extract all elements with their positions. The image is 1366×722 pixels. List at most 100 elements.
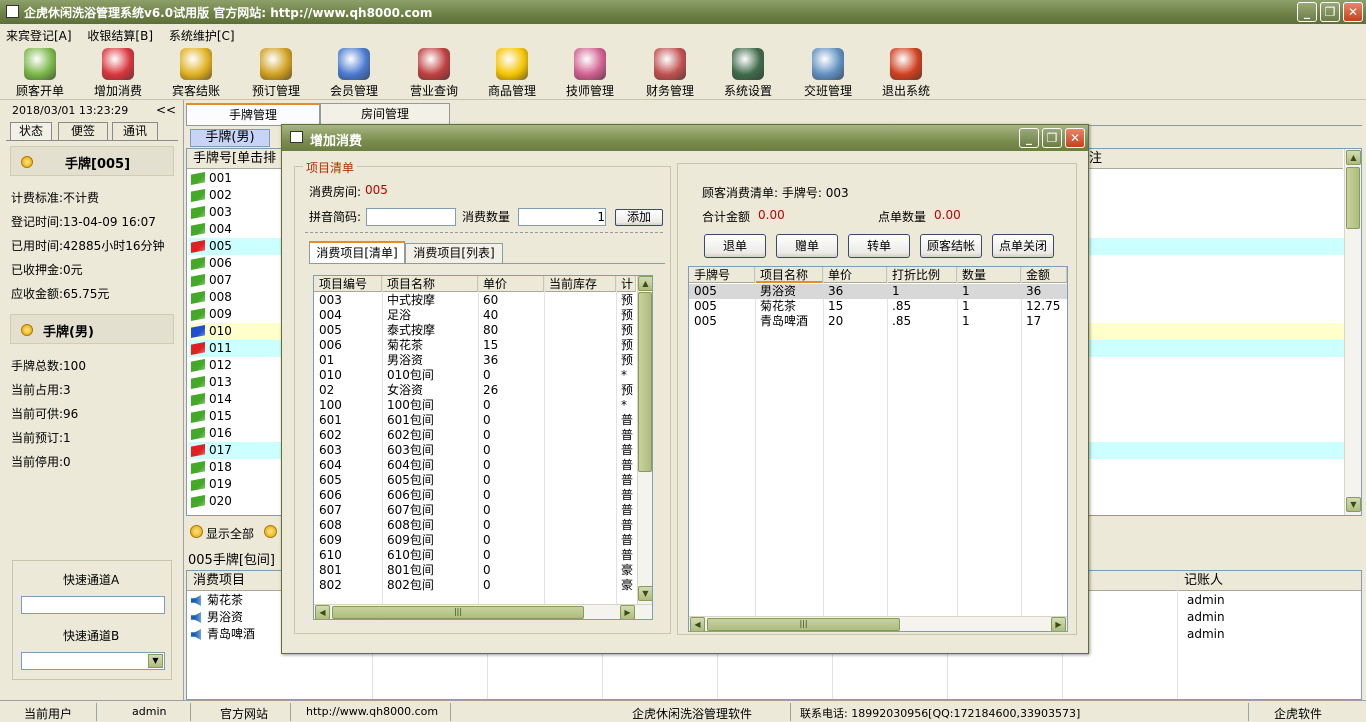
quick-a-input[interactable] — [21, 596, 165, 614]
item-row[interactable]: 006 菊花茶 15 预 — [314, 338, 636, 353]
subtab-male-card[interactable]: 手牌(男) — [190, 129, 270, 147]
detail-header-user[interactable]: 记账人 — [1177, 571, 1361, 591]
order-row[interactable]: 005 男浴资 36 1 1 36 — [689, 284, 1067, 299]
item-row[interactable]: 005 泰式按摩 80 预 — [314, 323, 636, 338]
item-row[interactable]: 607 607包间 0 普 — [314, 503, 636, 518]
order-col-header[interactable]: 打折比例 — [887, 267, 957, 283]
item-scroll-thumb[interactable] — [638, 292, 652, 472]
item-scroll-up-icon[interactable]: ▲ — [638, 276, 652, 291]
menu-guest-register[interactable]: 来宾登记[A] — [0, 24, 78, 44]
tab-notes[interactable]: 便签 — [58, 122, 108, 140]
dialog-close-button[interactable]: ✕ — [1065, 128, 1085, 148]
item-row[interactable]: 801 801包间 0 豪 — [314, 563, 636, 578]
item-row[interactable]: 004 足浴 40 预 — [314, 308, 636, 323]
item-row[interactable]: 601 601包间 0 普 — [314, 413, 636, 428]
close-button[interactable]: ✕ — [1343, 2, 1363, 22]
transfer-order-button[interactable]: 转单 — [848, 234, 910, 258]
item-col-header[interactable]: 当前库存 — [544, 276, 616, 292]
item-row[interactable]: 003 中式按摩 60 预 — [314, 293, 636, 308]
close-order-button[interactable]: 点单关闭 — [992, 234, 1054, 258]
item-row[interactable]: 608 608包间 0 普 — [314, 518, 636, 533]
item-scroll-right-icon[interactable]: ▶ — [620, 605, 635, 619]
toolbar-button-4[interactable]: 预订管理 — [238, 46, 314, 98]
order-scroll-right-icon[interactable]: ▶ — [1051, 617, 1066, 631]
qty-input[interactable] — [518, 208, 606, 226]
toolbar-button-8[interactable]: 技师管理 — [552, 46, 628, 98]
toolbar-button-11[interactable]: 交班管理 — [790, 46, 866, 98]
order-row[interactable]: 005 菊花茶 15 .85 1 12.75 — [689, 299, 1067, 314]
collapse-button[interactable]: << — [156, 103, 176, 117]
item-row[interactable]: 02 女浴资 26 预 — [314, 383, 636, 398]
toolbar-button-3[interactable]: 宾客结账 — [158, 46, 234, 98]
item-row[interactable]: 609 609包间 0 普 — [314, 533, 636, 548]
pinyin-input[interactable] — [366, 208, 456, 226]
filter-icon[interactable] — [264, 525, 277, 538]
card-number: 003 — [209, 205, 232, 219]
scroll-up-icon[interactable]: ▲ — [1346, 150, 1361, 165]
minimize-button[interactable]: _ — [1297, 2, 1317, 22]
scroll-thumb[interactable] — [1346, 167, 1360, 229]
order-col-header[interactable]: 数量 — [957, 267, 1021, 283]
tab-card-management[interactable]: 手牌管理 — [186, 103, 320, 125]
toolbar-button-10[interactable]: 系统设置 — [710, 46, 786, 98]
cancel-order-button[interactable]: 退单 — [704, 234, 766, 258]
item-col-header[interactable]: 计 — [616, 276, 636, 292]
tab-item-grid[interactable]: 消费项目[清单] — [309, 241, 405, 263]
item-row[interactable]: 100 100包间 0 * — [314, 398, 636, 413]
item-row[interactable]: 010 010包间 0 * — [314, 368, 636, 383]
item-row[interactable]: 802 802包间 0 豪 — [314, 578, 636, 593]
item-row[interactable]: 606 606包间 0 普 — [314, 488, 636, 503]
item-hscroll-thumb[interactable]: ||| — [332, 606, 584, 619]
item-scroll-down-icon[interactable]: ▼ — [638, 586, 652, 601]
order-col-header[interactable]: 项目名称 — [755, 267, 823, 283]
maximize-button[interactable]: ❐ — [1320, 2, 1340, 22]
customer-checkout-button[interactable]: 顾客结帐 — [920, 234, 982, 258]
item-row[interactable]: 605 605包间 0 普 — [314, 473, 636, 488]
item-col-header[interactable]: 项目名称 — [382, 276, 478, 292]
toolbar-button-7[interactable]: 商品管理 — [474, 46, 550, 98]
order-row[interactable]: 005 青岛啤酒 20 .85 1 17 — [689, 314, 1067, 329]
scroll-down-icon[interactable]: ▼ — [1346, 497, 1361, 512]
order-col-header[interactable]: 单价 — [823, 267, 887, 283]
grid-header-card-no[interactable]: 手牌号[单击排 — [187, 149, 279, 169]
order-scroll-left-icon[interactable]: ◀ — [690, 617, 705, 631]
tab-status[interactable]: 状态 — [10, 122, 52, 140]
item-table-hscroll[interactable]: ◀ ||| ▶ — [314, 604, 652, 619]
item-scroll-left-icon[interactable]: ◀ — [315, 605, 330, 619]
order-col-header[interactable]: 金额 — [1021, 267, 1067, 283]
tab-room-management[interactable]: 房间管理 — [320, 103, 450, 125]
item-table-vscroll[interactable]: ▲ ▼ — [637, 276, 652, 604]
card-used-time: 已用时间:42885小时16分钟 — [11, 239, 165, 253]
order-hscroll-thumb[interactable]: ||| — [707, 618, 900, 631]
chevron-down-icon[interactable]: ▼ — [148, 654, 163, 668]
order-table-hscroll[interactable]: ◀ ||| ▶ — [689, 616, 1067, 631]
menu-cashier[interactable]: 收银结算[B] — [81, 24, 159, 44]
item-row[interactable]: 610 610包间 0 普 — [314, 548, 636, 563]
dialog-minimize-button[interactable]: _ — [1019, 128, 1039, 148]
item-row[interactable]: 604 604包间 0 普 — [314, 458, 636, 473]
gift-order-button[interactable]: 赠单 — [776, 234, 838, 258]
item-col-header[interactable]: 项目编号 — [314, 276, 382, 292]
toolbar-button-9[interactable]: 财务管理 — [632, 46, 708, 98]
quick-b-select[interactable]: ▼ — [21, 652, 165, 670]
status-site-link[interactable]: http://www.qh8000.com — [306, 705, 438, 718]
toolbar-button-1[interactable]: 顾客开单 — [2, 46, 78, 98]
item-row[interactable]: 01 男浴资 36 预 — [314, 353, 636, 368]
toolbar-button-5[interactable]: 会员管理 — [316, 46, 392, 98]
toolbar-button-2[interactable]: 增加消费 — [80, 46, 156, 98]
show-all-button[interactable]: 显示全部 — [206, 525, 254, 542]
toolbar-button-12[interactable]: 退出系统 — [868, 46, 944, 98]
toolbar-button-6[interactable]: 营业查询 — [396, 46, 472, 98]
card-grid-scrollbar[interactable]: ▲ ▼ — [1344, 149, 1361, 515]
tab-item-list[interactable]: 消费项目[列表] — [405, 243, 503, 263]
dialog-maximize-button[interactable]: ❐ — [1042, 128, 1062, 148]
item-row[interactable]: 602 602包间 0 普 — [314, 428, 636, 443]
menu-system[interactable]: 系统维护[C] — [163, 24, 241, 44]
order-cell: 12.75 — [1026, 299, 1061, 313]
add-button[interactable]: 添加 — [615, 209, 663, 226]
tab-contact[interactable]: 通讯 — [112, 122, 158, 140]
item-cell: 普 — [621, 488, 634, 502]
item-col-header[interactable]: 单价 — [478, 276, 544, 292]
order-col-header[interactable]: 手牌号 — [689, 267, 755, 283]
item-row[interactable]: 603 603包间 0 普 — [314, 443, 636, 458]
